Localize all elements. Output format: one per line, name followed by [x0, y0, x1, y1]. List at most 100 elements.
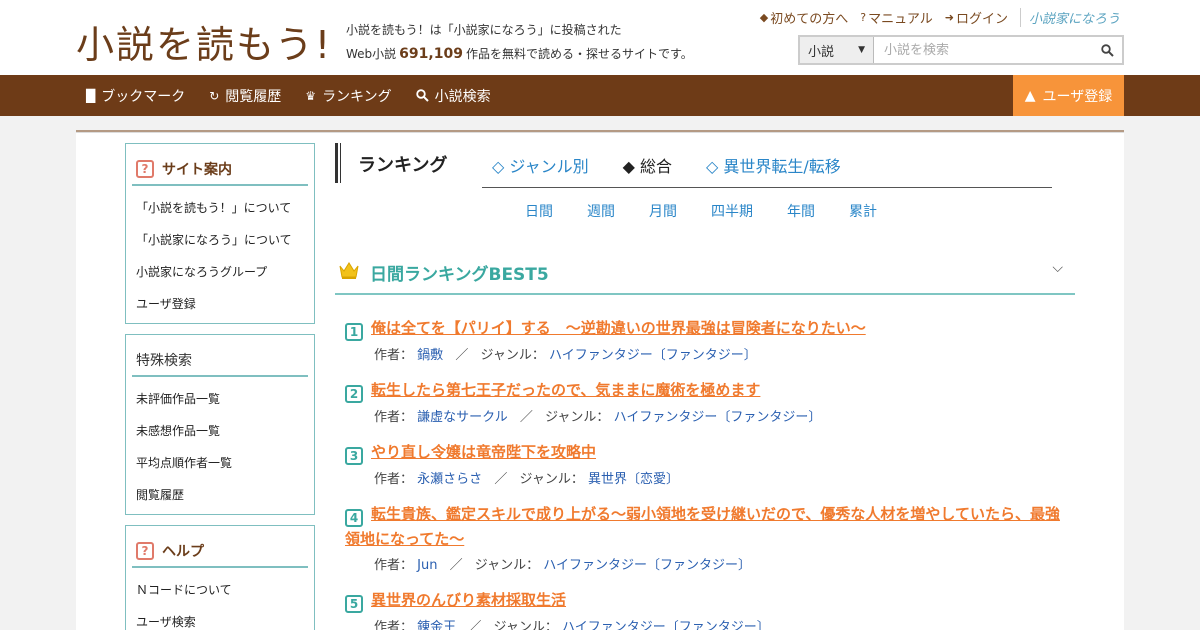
- sidebar-help-title-text: ヘルプ: [162, 544, 204, 560]
- author-link[interactable]: 錬金王: [417, 620, 456, 630]
- novel-title-link[interactable]: 俺は全てを【パリイ】する 〜逆勘違いの世界最強は冒険者になりたい〜: [371, 319, 866, 337]
- sidebar-help-title: ? ヘルプ: [132, 536, 308, 568]
- ranking-header: ランキング ◇ ジャンル別 ◆ 総合 ◇ 異世界転生/転移: [335, 143, 1052, 183]
- period-tabs: 日間 週間 月間 四半期 年間 累計: [525, 201, 877, 221]
- genre-link[interactable]: 異世界〔恋愛〕: [588, 472, 679, 487]
- genre-label: ジャンル：: [493, 620, 558, 630]
- beginner-link[interactable]: ◆ 初めての方へ: [760, 8, 848, 27]
- tab-genre[interactable]: ◇ ジャンル別: [492, 153, 589, 177]
- ranking-title: ランキング: [358, 155, 448, 176]
- history-icon: ↻: [209, 88, 220, 103]
- search-bar: 小説 ▼: [798, 35, 1124, 65]
- period-tab-total[interactable]: 累計: [849, 201, 877, 221]
- ranking-item: 5 異世界のんびり素材採取生活 作者： 錬金王 ／ ジャンル： ハイファンタジー〔…: [345, 588, 1085, 630]
- genre-link[interactable]: ハイファンタジー〔ファンタジー〕: [614, 410, 822, 425]
- rank-number-badge: 4: [345, 509, 363, 527]
- login-link-label: ログイン: [955, 12, 1008, 27]
- period-tab-monthly[interactable]: 月間: [649, 201, 677, 221]
- ranking-item-title-row: 1 俺は全てを【パリイ】する 〜逆勘違いの世界最強は冒険者になりたい〜: [345, 316, 1085, 341]
- genre-link[interactable]: ハイファンタジー〔ファンタジー〕: [543, 558, 751, 573]
- sidebar-item-narou-group[interactable]: 小説家になろうグループ: [126, 256, 314, 288]
- tab-overall[interactable]: ◆ 総合: [623, 153, 672, 177]
- best5-header: 日間ランキングBEST5 ⌵: [335, 252, 1075, 295]
- sidebar-item-unrated[interactable]: 未評価作品一覧: [126, 383, 314, 415]
- tagline-prefix: Web小説: [346, 47, 397, 61]
- shield-icon: ◆: [759, 11, 769, 24]
- author-link[interactable]: 謙虚なサークル: [417, 410, 508, 425]
- sidebar-item-user-register[interactable]: ユーザ登録: [126, 288, 314, 320]
- manual-link[interactable]: ? マニュアル: [860, 8, 932, 27]
- page-background-top: [76, 116, 1124, 130]
- ranking-item: 1 俺は全てを【パリイ】する 〜逆勘違いの世界最強は冒険者になりたい〜 作者： 鍋…: [345, 316, 1085, 363]
- search-icon: [415, 89, 429, 102]
- genre-link[interactable]: ハイファンタジー〔ファンタジー〕: [562, 620, 770, 630]
- bookmark-icon: █: [86, 88, 96, 103]
- search-button[interactable]: [1092, 37, 1122, 63]
- ranking-item: 4 転生貴族、鑑定スキルで成り上がる～弱小領地を受け継いだので、優秀な人材を増やし…: [345, 502, 1070, 573]
- period-tab-quarterly[interactable]: 四半期: [711, 201, 753, 221]
- nav-register-label: ユーザ登録: [1042, 88, 1113, 105]
- sidebar-item-about-yomou[interactable]: 「小説を読もう！」について: [126, 192, 314, 224]
- ranking-tabs-underline: [482, 187, 1052, 188]
- nav-ranking[interactable]: ♛ ランキング: [305, 86, 391, 106]
- search-category-select[interactable]: 小説 ▼: [800, 37, 874, 63]
- novel-title-link[interactable]: 転生貴族、鑑定スキルで成り上がる～弱小領地を受け継いだので、優秀な人材を増やして…: [345, 505, 1060, 548]
- sidebar-item-user-search[interactable]: ユーザ検索: [126, 606, 314, 630]
- rank-number-badge: 3: [345, 447, 363, 465]
- help-question-icon: ?: [136, 160, 154, 178]
- genre-label: ジャンル：: [474, 558, 540, 573]
- main-nav: █ ブックマーク ↻ 閲覧履歴 ♛ ランキング 小説検索 ▲ ユーザ登録: [0, 75, 1200, 116]
- nav-history[interactable]: ↻ 閲覧履歴: [209, 86, 281, 106]
- sidebar-special-title-text: 特殊検索: [136, 353, 192, 369]
- rank-number-badge: 2: [345, 385, 363, 403]
- sidebar-help-box: ? ヘルプ Ｎコードについて ユーザ検索: [125, 525, 315, 630]
- tab-isekai[interactable]: ◇ 異世界転生/転移: [706, 153, 841, 177]
- site-logo[interactable]: 小説を読もう!: [76, 14, 332, 69]
- syosetu-brand-link[interactable]: 小説家になろう: [1019, 8, 1120, 27]
- ranking-item-title-row: 3 やり直し令嬢は竜帝陛下を攻略中: [345, 440, 1085, 465]
- sidebar-guide-title: ? サイト案内: [132, 154, 308, 186]
- novel-title-link[interactable]: 異世界のんびり素材採取生活: [371, 591, 566, 609]
- site-tagline: 小説を読もう！は「小説家になろう」に投稿された Web小説 691,109 作品を無…: [346, 18, 693, 66]
- nav-search-label: 小説検索: [434, 88, 491, 105]
- page-background-left: [0, 116, 76, 630]
- ranking-item-title-row: 5 異世界のんびり素材採取生活: [345, 588, 1085, 613]
- author-label: 作者：: [374, 348, 414, 363]
- crown-icon: ♛: [305, 88, 317, 103]
- crown-icon: [339, 262, 359, 279]
- sidebar-item-history[interactable]: 閲覧履歴: [126, 479, 314, 511]
- genre-label: ジャンル：: [480, 348, 545, 363]
- author-link[interactable]: 永瀬さらさ: [417, 472, 482, 487]
- nav-ranking-label: ランキング: [322, 88, 392, 105]
- sidebar-item-ncode[interactable]: Ｎコードについて: [126, 574, 314, 606]
- top-links: ◆ 初めての方へ ? マニュアル ➜ ログイン 小説家になろう: [760, 8, 1120, 27]
- sidebar-item-about-narou[interactable]: 「小説家になろう」について: [126, 224, 314, 256]
- author-link[interactable]: Jun: [417, 558, 437, 573]
- search-input[interactable]: [874, 37, 1092, 63]
- novel-title-link[interactable]: 転生したら第七王子だったので、気ままに魔術を極めます: [371, 381, 760, 399]
- best5-title: 日間ランキングBEST5: [370, 265, 549, 285]
- page-background-right: [1124, 116, 1200, 630]
- nav-history-label: 閲覧履歴: [225, 88, 282, 105]
- heading-bar: [335, 143, 338, 183]
- author-label: 作者：: [374, 558, 414, 573]
- author-link[interactable]: 鍋敷: [417, 348, 443, 363]
- user-icon: ▲: [1024, 87, 1036, 104]
- nav-search[interactable]: 小説検索: [415, 86, 491, 106]
- ranking-item-meta: 作者： 鍋敷 ／ ジャンル： ハイファンタジー〔ファンタジー〕: [345, 344, 1085, 363]
- chevron-down-icon[interactable]: ⌵: [1052, 260, 1063, 276]
- meta-separator: ／: [468, 620, 482, 630]
- period-tab-weekly[interactable]: 週間: [587, 201, 615, 221]
- nav-register-button[interactable]: ▲ ユーザ登録: [1013, 75, 1124, 116]
- period-tab-daily[interactable]: 日間: [525, 201, 553, 221]
- search-icon: [1100, 43, 1114, 57]
- login-link[interactable]: ➜ ログイン: [945, 8, 1008, 27]
- period-tab-yearly[interactable]: 年間: [787, 201, 815, 221]
- ranking-item-meta: 作者： 錬金王 ／ ジャンル： ハイファンタジー〔ファンタジー〕: [345, 616, 1085, 630]
- sidebar-item-no-review[interactable]: 未感想作品一覧: [126, 415, 314, 447]
- novel-title-link[interactable]: やり直し令嬢は竜帝陛下を攻略中: [371, 443, 596, 461]
- nav-bookmark[interactable]: █ ブックマーク: [86, 86, 185, 106]
- genre-link[interactable]: ハイファンタジー〔ファンタジー〕: [549, 348, 757, 363]
- sidebar-item-avg-authors[interactable]: 平均点順作者一覧: [126, 447, 314, 479]
- work-count: 691,109: [399, 46, 463, 62]
